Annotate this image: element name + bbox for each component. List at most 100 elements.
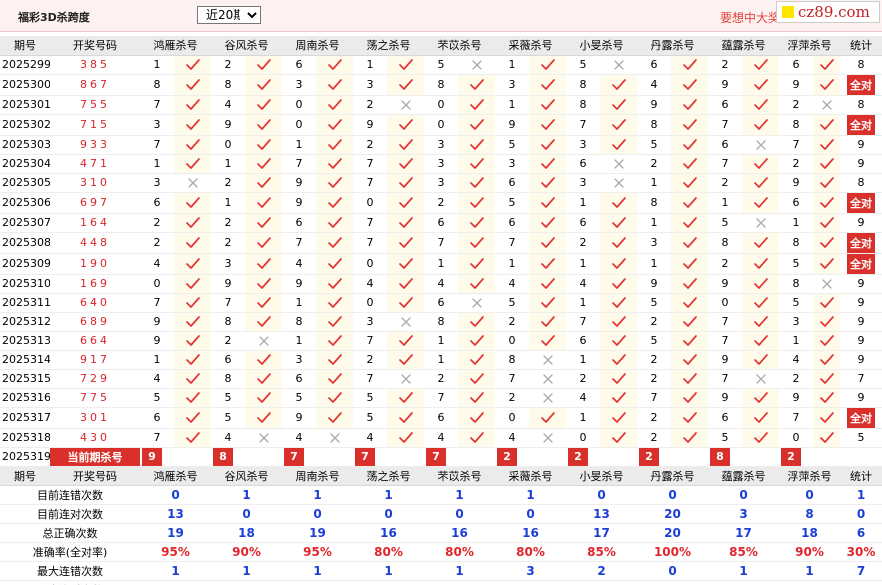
draw-number-cell: 190: [50, 253, 140, 275]
check-icon: [753, 315, 768, 327]
summary-stat-value: 1: [840, 485, 882, 505]
current-period-row: 2025319 当前期杀号 9 8 7 7 7 2 2 2 8 2: [0, 447, 882, 467]
check-icon: [611, 391, 626, 403]
kill-number-cell: 4: [140, 253, 174, 275]
kill-number-cell: 2: [708, 253, 742, 275]
kill-number-cell: 8: [566, 74, 600, 96]
kill-number-cell: 1: [637, 253, 671, 275]
kill-number-cell: 8: [779, 114, 813, 136]
check-icon: [469, 277, 484, 289]
cross-icon: [471, 297, 482, 308]
period-select[interactable]: 近20期: [197, 6, 261, 24]
result-mark-cell: [458, 192, 495, 214]
result-mark-cell: [671, 232, 708, 254]
check-icon: [469, 334, 484, 346]
check-icon: [611, 277, 626, 289]
result-mark-cell: [174, 192, 211, 214]
result-mark-cell: [600, 407, 637, 429]
result-mark-cell: [742, 114, 779, 136]
stat-cell: 全对: [840, 192, 882, 214]
kill-number-cell: 1: [637, 173, 671, 193]
check-icon: [753, 391, 768, 403]
result-mark-cell: [529, 232, 566, 254]
period-cell: 2025306: [0, 192, 50, 214]
kill-number-cell: 1: [566, 293, 600, 313]
kill-number-cell: 8: [211, 312, 245, 332]
cross-icon: [821, 99, 832, 110]
cross-icon: [400, 316, 411, 327]
check-icon: [185, 138, 200, 150]
kill-number-cell: 2: [424, 369, 458, 389]
result-mark-cell: [671, 192, 708, 214]
check-icon: [185, 58, 200, 70]
result-mark-cell: [316, 232, 353, 254]
kill-number-cell: 2: [424, 192, 458, 214]
result-mark-cell: [600, 213, 637, 233]
kill-number-cell: 2: [779, 369, 813, 389]
result-mark-cell: [387, 74, 424, 96]
check-icon: [256, 391, 271, 403]
site-badge[interactable]: cz89.com: [776, 1, 880, 23]
draw-number-cell: 310: [50, 173, 140, 193]
check-icon: [469, 431, 484, 443]
cross-icon: [542, 392, 553, 403]
kill-span-table: 期号 开奖号码 鸿雁杀号 谷风杀号 周南杀号 荡之杀号 芣苡杀号 采薇杀号 小旻杀号 丹露杀号 蕴露…: [0, 36, 882, 585]
kill-number-cell: 7: [708, 331, 742, 351]
kill-number-cell: 5: [211, 407, 245, 429]
site-logo-icon: [782, 6, 794, 18]
summary-value: 18: [211, 523, 282, 543]
kill-number-cell: 7: [353, 369, 387, 389]
result-mark-cell: [458, 232, 495, 254]
kill-number-cell: 7: [424, 388, 458, 408]
summary-value: 0: [637, 561, 708, 581]
stat-cell: 9: [840, 274, 882, 294]
check-icon: [185, 257, 200, 269]
column-header: 鸿雁杀号: [140, 36, 211, 56]
check-icon: [819, 353, 834, 365]
column-header: 小旻杀号: [566, 466, 637, 486]
summary-value: 95%: [140, 542, 211, 562]
result-mark-cell: [387, 350, 424, 370]
result-mark-cell: [529, 192, 566, 214]
all-correct-badge: 全对: [847, 253, 875, 273]
check-icon: [256, 296, 271, 308]
check-icon: [256, 411, 271, 423]
cross-icon: [755, 217, 766, 228]
result-mark-cell: [458, 253, 495, 275]
stat-cell: 全对: [840, 114, 882, 136]
result-mark-cell: [742, 369, 779, 389]
current-kill-cell: 7: [353, 447, 387, 467]
kill-number-cell: 9: [353, 114, 387, 136]
draw-number-cell: 664: [50, 331, 140, 351]
check-icon: [682, 277, 697, 289]
current-kill-label: 当前期杀号: [50, 447, 140, 467]
column-header: 期号: [0, 466, 50, 486]
result-mark-cell: [529, 331, 566, 351]
result-mark-cell: [600, 154, 637, 174]
kill-number-cell: 5: [282, 388, 316, 408]
result-mark-cell: [174, 114, 211, 136]
kill-number-cell: 4: [424, 274, 458, 294]
result-mark-cell: [742, 350, 779, 370]
check-icon: [327, 411, 342, 423]
check-icon: [256, 78, 271, 90]
summary-value: 0: [566, 485, 637, 505]
kill-number-cell: 2: [140, 213, 174, 233]
result-mark-cell: [600, 95, 637, 115]
result-mark-cell: [245, 135, 282, 155]
column-header: 开奖号码: [50, 36, 140, 56]
kill-number-cell: 2: [353, 135, 387, 155]
summary-stat-value: 30%: [840, 542, 882, 562]
check-icon: [469, 78, 484, 90]
column-header: 期号: [0, 36, 50, 56]
result-mark-cell: [316, 428, 353, 448]
kill-number-cell: 8: [708, 232, 742, 254]
kill-number-cell: 2: [637, 312, 671, 332]
result-mark-cell: [316, 55, 353, 75]
kill-number-cell: 9: [211, 274, 245, 294]
kill-number-cell: 9: [282, 407, 316, 429]
summary-row: 最大连对次数131419106151320782: [0, 580, 882, 585]
result-mark-cell: [387, 253, 424, 275]
column-header-row: 期号 开奖号码 鸿雁杀号 谷风杀号 周南杀号 荡之杀号 芣苡杀号 采薇杀号 小旻杀号 丹露杀号 蕴露…: [0, 36, 882, 56]
check-icon: [327, 257, 342, 269]
